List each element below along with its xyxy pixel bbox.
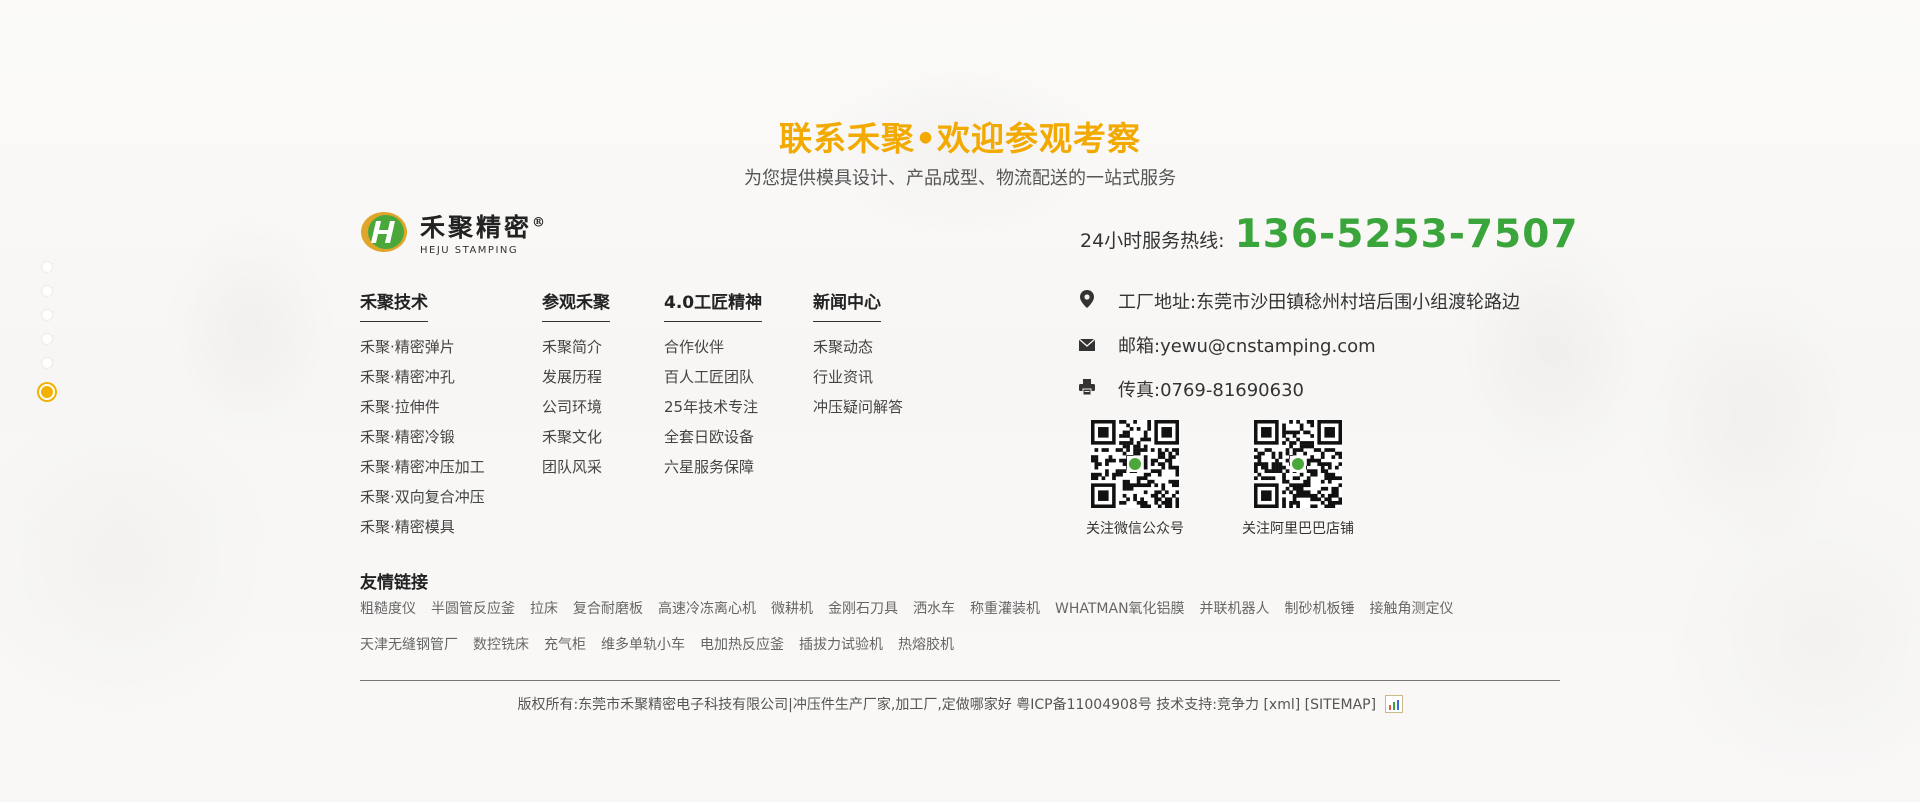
friend-link[interactable]: 电加热反应釜 — [700, 634, 784, 654]
friend-link[interactable]: 充气柜 — [544, 634, 586, 654]
friend-link[interactable]: 热熔胶机 — [898, 634, 954, 654]
friend-link[interactable]: 洒水车 — [913, 598, 955, 618]
fax-row: 传真:0769-81690630 — [1078, 376, 1304, 402]
copyright-text: 版权所有:东莞市禾聚精密电子科技有限公司|冲压件生产厂家,加工厂,定做哪家好 粤… — [517, 697, 1377, 713]
nav-link[interactable]: 合作伙伴 — [664, 336, 762, 366]
nav-link[interactable]: 禾聚简介 — [542, 336, 610, 366]
friend-link[interactable]: 微耕机 — [771, 598, 813, 618]
friend-links-row: 天津无缝钢管厂 数控铣床 充气柜 维多单轨小车 电加热反应釜 插拔力试验机 热熔… — [360, 634, 969, 654]
side-nav-dots — [39, 262, 55, 400]
email-text[interactable]: 邮箱:yewu@cnstamping.com — [1118, 332, 1376, 358]
nav-link[interactable]: 禾聚·精密弹片 — [360, 336, 485, 366]
qr-alibaba-caption: 关注阿里巴巴店铺 — [1242, 521, 1354, 537]
friend-link[interactable]: WHATMAN氧化铝膜 — [1055, 598, 1185, 618]
nav-link[interactable]: 全套日欧设备 — [664, 426, 762, 456]
friend-link[interactable]: 金刚石刀具 — [828, 598, 898, 618]
side-nav-dot[interactable] — [42, 358, 52, 368]
nav-column-craftsman: 4.0工匠精神 合作伙伴 百人工匠团队 25年技术专注 全套日欧设备 六星服务保… — [664, 288, 763, 486]
nav-link[interactable]: 禾聚·双向复合冲压 — [360, 486, 485, 516]
qr-code-icon — [1254, 420, 1343, 509]
section-title: 联系禾聚•欢迎参观考察 — [778, 119, 1142, 158]
nav-heading[interactable]: 新闻中心 — [813, 288, 881, 322]
friend-link[interactable]: 数控铣床 — [473, 634, 529, 654]
qr-alibaba: 关注阿里巴巴店铺 — [1233, 420, 1363, 538]
friend-link[interactable]: 高速冷冻离心机 — [658, 598, 756, 618]
copyright-bar: 版权所有:东莞市禾聚精密电子科技有限公司|冲压件生产厂家,加工厂,定做哪家好 粤… — [0, 694, 1920, 714]
logo-registered-mark: ® — [532, 215, 546, 231]
footer-divider — [360, 680, 1560, 681]
qr-wechat-caption: 关注微信公众号 — [1086, 521, 1184, 537]
nav-link[interactable]: 团队风采 — [542, 456, 610, 486]
friend-link[interactable]: 接触角测定仪 — [1370, 598, 1454, 618]
factory-address: 工厂地址:东莞市沙田镇稔州村培后围小组渡轮路边 — [1078, 288, 1520, 314]
fax-text: 传真:0769-81690630 — [1118, 380, 1304, 401]
nav-link[interactable]: 禾聚·精密冲孔 — [360, 366, 485, 396]
nav-link[interactable]: 禾聚动态 — [813, 336, 903, 366]
nav-link[interactable]: 禾聚·精密模具 — [360, 516, 485, 546]
company-logo[interactable]: 禾聚精密® HEJU STAMPING — [360, 208, 545, 256]
location-pin-icon — [1078, 290, 1096, 312]
nav-column-visit: 参观禾聚 禾聚简介 发展历程 公司环境 禾聚文化 团队风采 — [542, 288, 610, 486]
nav-link[interactable]: 禾聚·精密冷锻 — [360, 426, 485, 456]
friend-link[interactable]: 称重灌装机 — [970, 598, 1040, 618]
email-row: 邮箱:yewu@cnstamping.com — [1078, 332, 1376, 358]
mail-icon — [1078, 336, 1096, 355]
side-nav-dot[interactable] — [42, 286, 52, 296]
friend-link[interactable]: 半圆管反应釜 — [431, 598, 515, 618]
side-nav-dot-active[interactable] — [39, 384, 55, 400]
friend-link[interactable]: 天津无缝钢管厂 — [360, 634, 458, 654]
nav-column-news: 新闻中心 禾聚动态 行业资讯 冲压疑问解答 — [813, 288, 903, 426]
service-hotline: 24小时服务热线: 136-5253-7507 — [1080, 212, 1578, 257]
nav-link[interactable]: 禾聚·精密冲压加工 — [360, 456, 485, 486]
nav-link[interactable]: 行业资讯 — [813, 366, 903, 396]
nav-link[interactable]: 百人工匠团队 — [664, 366, 762, 396]
side-nav-dot[interactable] — [42, 310, 52, 320]
printer-icon — [1078, 379, 1096, 399]
qr-code-icon — [1091, 420, 1180, 509]
logo-mark-icon — [360, 211, 408, 253]
friend-links-title: 友情链接 — [360, 573, 428, 593]
nav-link[interactable]: 公司环境 — [542, 396, 610, 426]
friend-link[interactable]: 拉床 — [530, 598, 558, 618]
nav-link[interactable]: 禾聚·拉伸件 — [360, 396, 485, 426]
hotline-number[interactable]: 136-5253-7507 — [1235, 212, 1579, 257]
side-nav-dot[interactable] — [42, 334, 52, 344]
nav-heading[interactable]: 参观禾聚 — [542, 288, 610, 322]
friend-links-row: 粗糙度仪 半圆管反应釜 拉床 复合耐磨板 高速冷冻离心机 微耕机 金刚石刀具 洒… — [360, 598, 1469, 618]
side-nav-dot[interactable] — [42, 262, 52, 272]
section-subtitle: 为您提供模具设计、产品成型、物流配送的一站式服务 — [744, 168, 1176, 189]
friend-link[interactable]: 制砂机板锤 — [1285, 598, 1355, 618]
nav-link[interactable]: 发展历程 — [542, 366, 610, 396]
nav-link[interactable]: 禾聚文化 — [542, 426, 610, 456]
friend-link[interactable]: 复合耐磨板 — [573, 598, 643, 618]
stats-icon[interactable] — [1384, 695, 1403, 713]
hotline-label: 24小时服务热线: — [1080, 230, 1225, 252]
address-text: 工厂地址:东莞市沙田镇稔州村培后围小组渡轮路边 — [1118, 292, 1521, 313]
friend-link[interactable]: 维多单轨小车 — [601, 634, 685, 654]
qr-wechat: 关注微信公众号 — [1080, 420, 1190, 538]
logo-cn-text: 禾聚精密 — [420, 213, 533, 242]
nav-link[interactable]: 六星服务保障 — [664, 456, 762, 486]
friend-link[interactable]: 粗糙度仪 — [360, 598, 416, 618]
friend-link[interactable]: 插拔力试验机 — [799, 634, 883, 654]
logo-en-text: HEJU STAMPING — [420, 245, 519, 256]
nav-link[interactable]: 冲压疑问解答 — [813, 396, 903, 426]
nav-link[interactable]: 25年技术专注 — [664, 396, 762, 426]
nav-heading[interactable]: 禾聚技术 — [360, 288, 428, 322]
friend-link[interactable]: 并联机器人 — [1200, 598, 1270, 618]
contact-section: 联系禾聚•欢迎参观考察 为您提供模具设计、产品成型、物流配送的一站式服务 禾聚精… — [0, 0, 1920, 802]
nav-column-tech: 禾聚技术 禾聚·精密弹片 禾聚·精密冲孔 禾聚·拉伸件 禾聚·精密冷锻 禾聚·精… — [360, 288, 485, 546]
nav-heading[interactable]: 4.0工匠精神 — [664, 288, 763, 322]
